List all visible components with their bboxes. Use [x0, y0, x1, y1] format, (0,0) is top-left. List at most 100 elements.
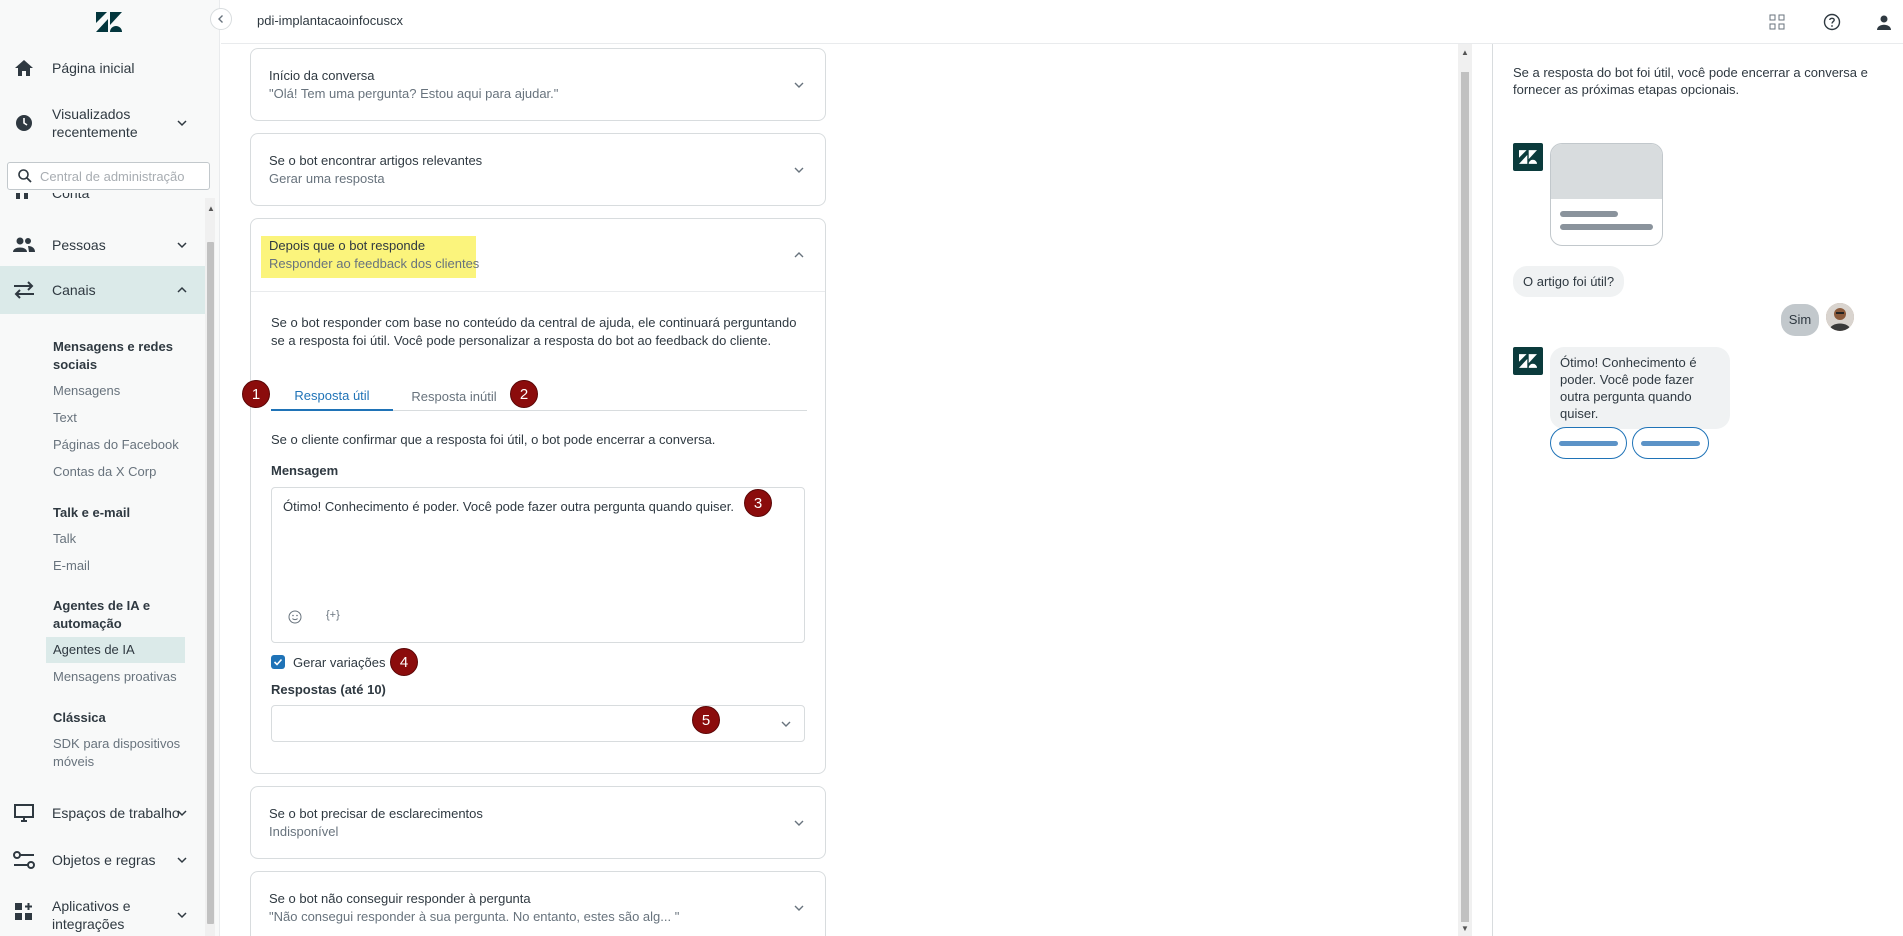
products-grid-icon[interactable]: [1767, 12, 1787, 32]
chevron-up-icon[interactable]: [793, 249, 805, 261]
emoji-icon[interactable]: [288, 610, 302, 627]
sidebar-item-facebook[interactable]: Páginas do Facebook: [53, 436, 193, 454]
account-icon: [16, 193, 32, 199]
chevron-up-icon: [177, 286, 187, 293]
sidebar-scrollbar[interactable]: ▲: [205, 198, 215, 936]
sidebar-item-messages[interactable]: Mensagens: [53, 382, 193, 400]
bot-question-bubble: O artigo foi útil?: [1513, 266, 1625, 297]
chevron-down-icon: [781, 721, 791, 727]
card-title[interactable]: Depois que o bot responde: [269, 238, 425, 253]
card-subtitle: Gerar uma resposta: [269, 171, 385, 186]
chevron-down-icon[interactable]: [793, 817, 805, 829]
message-text[interactable]: Ótimo! Conhecimento é poder. Você pode f…: [283, 499, 734, 514]
responses-label: Respostas (até 10): [271, 682, 386, 697]
card-description: Se o bot responder com base no conteúdo …: [271, 315, 797, 348]
card-subtitle: Indisponível: [269, 824, 339, 839]
search-input[interactable]: Central de administração: [7, 162, 210, 190]
nav-objects-label: Objetos e regras: [52, 852, 156, 868]
generate-variations-checkbox[interactable]: [271, 655, 285, 669]
card-title: Se o bot encontrar artigos relevantes: [269, 153, 483, 168]
sidebar-item-mobile-sdk[interactable]: SDK para dispositivos móveis: [53, 735, 183, 771]
chevron-down-icon[interactable]: [793, 79, 805, 91]
user-avatar: [1826, 303, 1854, 331]
nav-recent[interactable]: Visualizados recentemente: [0, 103, 205, 143]
quick-reply-button: [1632, 427, 1709, 459]
article-line: [1560, 224, 1653, 230]
main-scrollbar[interactable]: ▲ ▼: [1458, 44, 1472, 936]
zendesk-avatar-icon: [1513, 347, 1543, 375]
nav-home[interactable]: Página inicial: [0, 56, 205, 80]
zendesk-logo[interactable]: [96, 12, 122, 32]
main-scrollbar-thumb[interactable]: [1461, 72, 1469, 922]
card-cannot-answer[interactable]: Se o bot não conseguir responder à pergu…: [250, 871, 826, 936]
section-classic-title: Clássica: [53, 710, 106, 725]
top-bar: pdi-implantacaoinfocuscx: [221, 0, 1903, 44]
card-relevant-articles[interactable]: Se o bot encontrar artigos relevantes Ge…: [250, 133, 826, 206]
chevron-down-icon: [177, 857, 187, 864]
article-preview-card: [1550, 143, 1663, 246]
scroll-down-arrow-icon[interactable]: ▼: [1461, 924, 1469, 933]
quick-reply-button: [1550, 427, 1627, 459]
page-title: pdi-implantacaoinfocuscx: [257, 13, 403, 28]
sidebar-item-x-corp[interactable]: Contas da X Corp: [53, 463, 193, 481]
nav-people[interactable]: Pessoas: [0, 233, 205, 257]
feedback-tabs: Resposta útil Resposta inútil: [271, 381, 807, 411]
tab-not-useful[interactable]: Resposta inútil: [399, 381, 509, 411]
sidebar-scrollbar-thumb[interactable]: [207, 242, 214, 924]
chevron-down-icon[interactable]: [793, 164, 805, 176]
annotation-badge-1: 1: [242, 380, 270, 408]
chevron-down-icon: [177, 242, 187, 249]
sidebar-item-talk[interactable]: Talk: [53, 530, 193, 548]
bot-reply-bubble: Ótimo! Conhecimento é poder. Você pode f…: [1550, 347, 1730, 429]
sidebar-item-text[interactable]: Text: [53, 409, 193, 427]
monitor-icon: [12, 801, 36, 825]
placeholder-variable-icon[interactable]: {+}: [326, 609, 340, 621]
nav-apps-label: Aplicativos e integrações: [52, 898, 131, 932]
responses-select[interactable]: [271, 705, 805, 742]
nav-objects[interactable]: Objetos e regras: [0, 848, 205, 872]
scroll-up-arrow-icon[interactable]: ▲: [207, 204, 215, 213]
article-line: [1560, 211, 1618, 217]
card-conversation-start[interactable]: Início da conversa "Olá! Tem uma pergunt…: [250, 48, 826, 121]
nav-recent-label: Visualizados recentemente: [52, 106, 138, 140]
nav-apps[interactable]: Aplicativos e integrações: [0, 895, 205, 935]
nav-channels-label: Canais: [52, 282, 96, 298]
annotation-badge-4: 4: [390, 648, 418, 676]
article-image-placeholder: [1551, 144, 1662, 199]
search-placeholder: Central de administração: [40, 168, 185, 184]
sidebar: Página inicial Visualizados recentemente…: [0, 0, 220, 936]
channels-icon: [12, 278, 36, 302]
help-icon[interactable]: [1822, 12, 1842, 32]
clock-icon: [12, 111, 36, 135]
card-clarification[interactable]: Se o bot precisar de esclarecimentos Ind…: [250, 786, 826, 859]
nav-workspaces[interactable]: Espaços de trabalho: [0, 801, 205, 825]
generate-variations-label[interactable]: Gerar variações: [293, 655, 385, 670]
sidebar-item-proactive[interactable]: Mensagens proativas: [53, 668, 193, 686]
nav-home-label: Página inicial: [52, 60, 135, 76]
nav-account-label: Conta: [52, 193, 90, 201]
nav-channels[interactable]: Canais: [0, 266, 205, 314]
user-profile-icon[interactable]: [1874, 12, 1894, 32]
card-after-bot-responds: Depois que o bot responde Responder ao f…: [250, 218, 826, 774]
card-subtitle: "Não consegui responder à sua pergunta. …: [269, 909, 680, 924]
collapse-sidebar-button[interactable]: [210, 8, 232, 30]
sidebar-item-ai-agents[interactable]: Agentes de IA: [46, 637, 185, 663]
annotation-badge-2: 2: [510, 380, 538, 408]
section-talk-title: Talk e e-mail: [53, 505, 131, 520]
chevron-down-icon: [177, 912, 187, 919]
tab-useful[interactable]: Resposta útil: [271, 381, 393, 411]
chevron-down-icon[interactable]: [793, 902, 805, 914]
sidebar-item-email[interactable]: E-mail: [53, 557, 193, 575]
people-icon: [12, 233, 36, 257]
preview-intro: Se a resposta do bot foi útil, você pode…: [1513, 65, 1868, 97]
card-divider: [251, 291, 825, 292]
nav-workspaces-label: Espaços de trabalho: [52, 805, 180, 821]
nav-people-label: Pessoas: [52, 237, 106, 253]
scroll-up-arrow-icon[interactable]: ▲: [1461, 48, 1469, 57]
message-textarea[interactable]: Ótimo! Conhecimento é poder. Você pode f…: [271, 487, 805, 643]
checkmark-icon: [273, 658, 283, 666]
annotation-badge-3: 3: [744, 489, 772, 517]
nav-account-partial[interactable]: Conta: [0, 193, 205, 205]
card-title: Se o bot precisar de esclarecimentos: [269, 806, 483, 821]
card-subtitle: "Olá! Tem uma pergunta? Estou aqui para …: [269, 86, 559, 101]
